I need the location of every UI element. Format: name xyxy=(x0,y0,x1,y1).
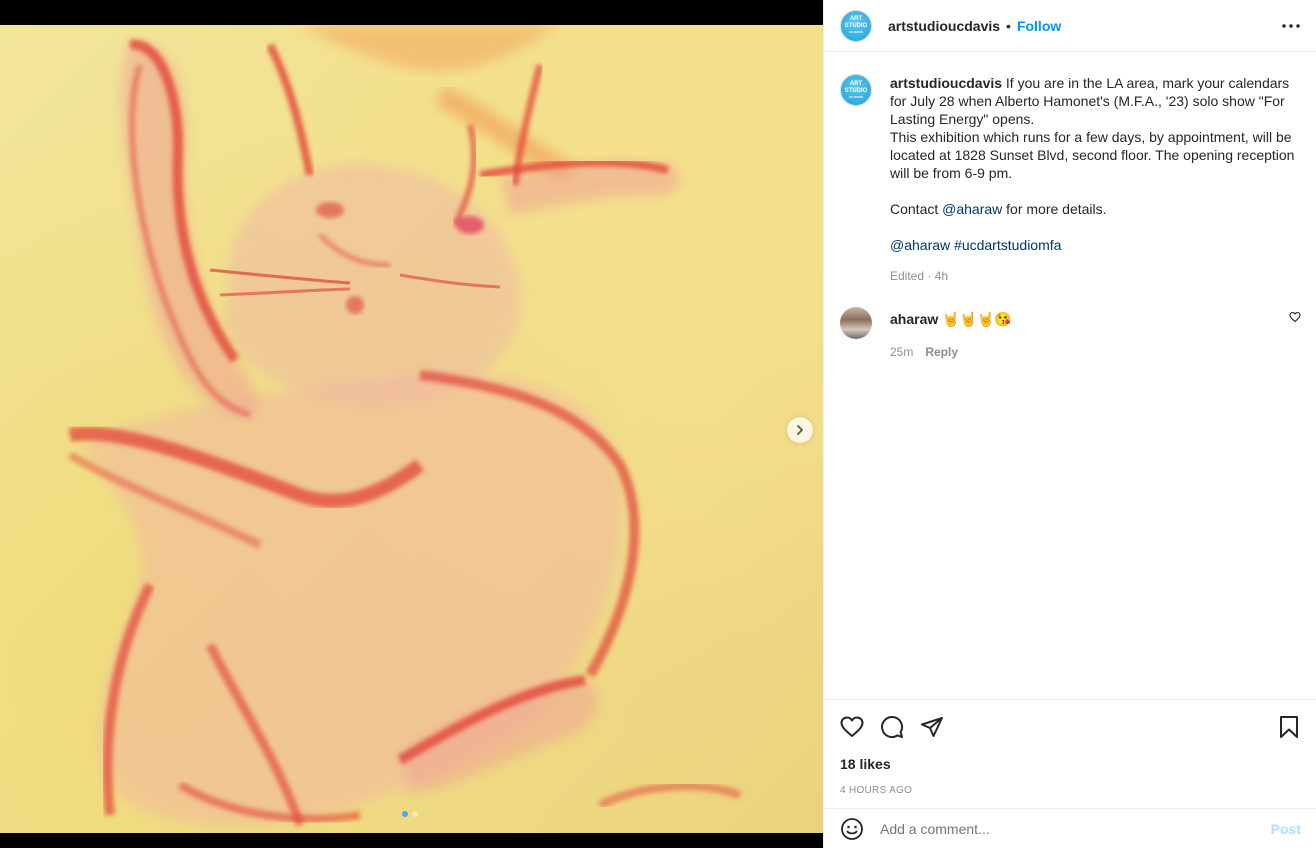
caption-contact: Contact @aharaw for more details. xyxy=(890,200,1300,218)
post-timestamp[interactable]: 4 HOURS AGO xyxy=(840,785,1301,796)
logo-text-line: UC DAVIS xyxy=(848,30,864,34)
avatar[interactable] xyxy=(840,307,872,339)
header-username[interactable]: artstudioucdavis xyxy=(888,18,1000,34)
post-image[interactable] xyxy=(0,25,823,833)
caption-meta: Edited · 4h xyxy=(890,269,949,283)
logo-text-line: STUDIO xyxy=(844,87,868,94)
avatar[interactable]: ART STUDIO UC DAVIS xyxy=(840,9,872,42)
avatar[interactable]: ART STUDIO UC DAVIS xyxy=(840,74,872,106)
post-header: ART STUDIO UC DAVIS artstudioucdavis • F… xyxy=(824,0,1316,52)
caption-username[interactable]: artstudioucdavis xyxy=(890,75,1002,91)
comment-meta: 25m Reply xyxy=(890,343,1012,361)
comment-button[interactable] xyxy=(880,715,904,739)
caption-text: This exhibition which runs for a few day… xyxy=(890,129,1295,181)
share-button[interactable] xyxy=(920,715,944,739)
comment: aharaw 🤘🤘🤘😘 25m Reply xyxy=(840,307,1301,361)
follow-button[interactable]: Follow xyxy=(1017,18,1061,34)
separator-dot: • xyxy=(1006,17,1011,34)
comment-input[interactable] xyxy=(880,820,1271,837)
caption-body: artstudioucdavis If you are in the LA ar… xyxy=(890,74,1300,285)
carousel-dot xyxy=(412,811,418,817)
media-letterbox-top xyxy=(0,0,823,25)
mention-link[interactable]: @aharaw xyxy=(942,201,1002,217)
hashtag-link[interactable]: #ucdartstudiomfa xyxy=(954,237,1061,253)
carousel-next-button[interactable] xyxy=(787,417,813,443)
logo-text-line: UC DAVIS xyxy=(848,94,864,99)
action-bar xyxy=(840,700,1301,752)
post-details-panel: ART STUDIO UC DAVIS artstudioucdavis • F… xyxy=(823,0,1316,848)
post-media xyxy=(0,0,823,848)
more-horizontal-icon xyxy=(1282,23,1300,28)
paper-plane-icon xyxy=(920,715,944,739)
caption-tags: @aharaw #ucdartstudiomfa xyxy=(890,236,1300,254)
caption: ART STUDIO UC DAVIS artstudioucdavis If … xyxy=(840,74,1301,285)
carousel-dot xyxy=(402,811,408,817)
logo-text-line: ART xyxy=(849,80,863,87)
comment-time[interactable]: 25m xyxy=(890,343,913,361)
heart-outline-icon xyxy=(840,715,864,739)
comment-text: 🤘🤘🤘😘 xyxy=(938,311,1012,327)
more-options-button[interactable] xyxy=(1282,23,1300,28)
logo-text-line: ART xyxy=(849,16,863,22)
painting-of-cat xyxy=(67,25,742,827)
reply-button[interactable]: Reply xyxy=(925,343,958,361)
comment-text-row: aharaw 🤘🤘🤘😘 xyxy=(890,310,1012,328)
add-comment-bar: Post xyxy=(824,808,1316,848)
comments-section: ART STUDIO UC DAVIS artstudioucdavis If … xyxy=(824,58,1316,698)
caption-text: for more details. xyxy=(1002,201,1107,217)
heart-outline-icon xyxy=(1289,311,1301,323)
chevron-right-icon xyxy=(794,424,806,436)
save-button[interactable] xyxy=(1277,715,1301,739)
bookmark-icon xyxy=(1277,715,1301,739)
caption-text: Contact xyxy=(890,201,943,217)
like-count[interactable]: 18 likes xyxy=(840,756,1301,772)
post-actions-area: 18 likes 4 HOURS AGO xyxy=(824,699,1316,796)
media-letterbox-bottom xyxy=(0,833,823,848)
post-comment-button[interactable]: Post xyxy=(1271,821,1301,837)
comment-bubble-icon xyxy=(880,715,904,739)
mention-link[interactable]: @aharaw xyxy=(890,237,950,253)
caption-paragraph: artstudioucdavis If you are in the LA ar… xyxy=(890,74,1300,128)
logo-text-line: STUDIO xyxy=(844,23,868,29)
like-button[interactable] xyxy=(840,715,864,739)
smiley-icon xyxy=(840,817,864,841)
emoji-button[interactable] xyxy=(840,817,864,841)
comment-username[interactable]: aharaw xyxy=(890,311,938,327)
comment-like-button[interactable] xyxy=(1289,311,1301,323)
comment-body: aharaw 🤘🤘🤘😘 25m Reply xyxy=(890,307,1012,361)
carousel-indicator xyxy=(402,811,418,817)
